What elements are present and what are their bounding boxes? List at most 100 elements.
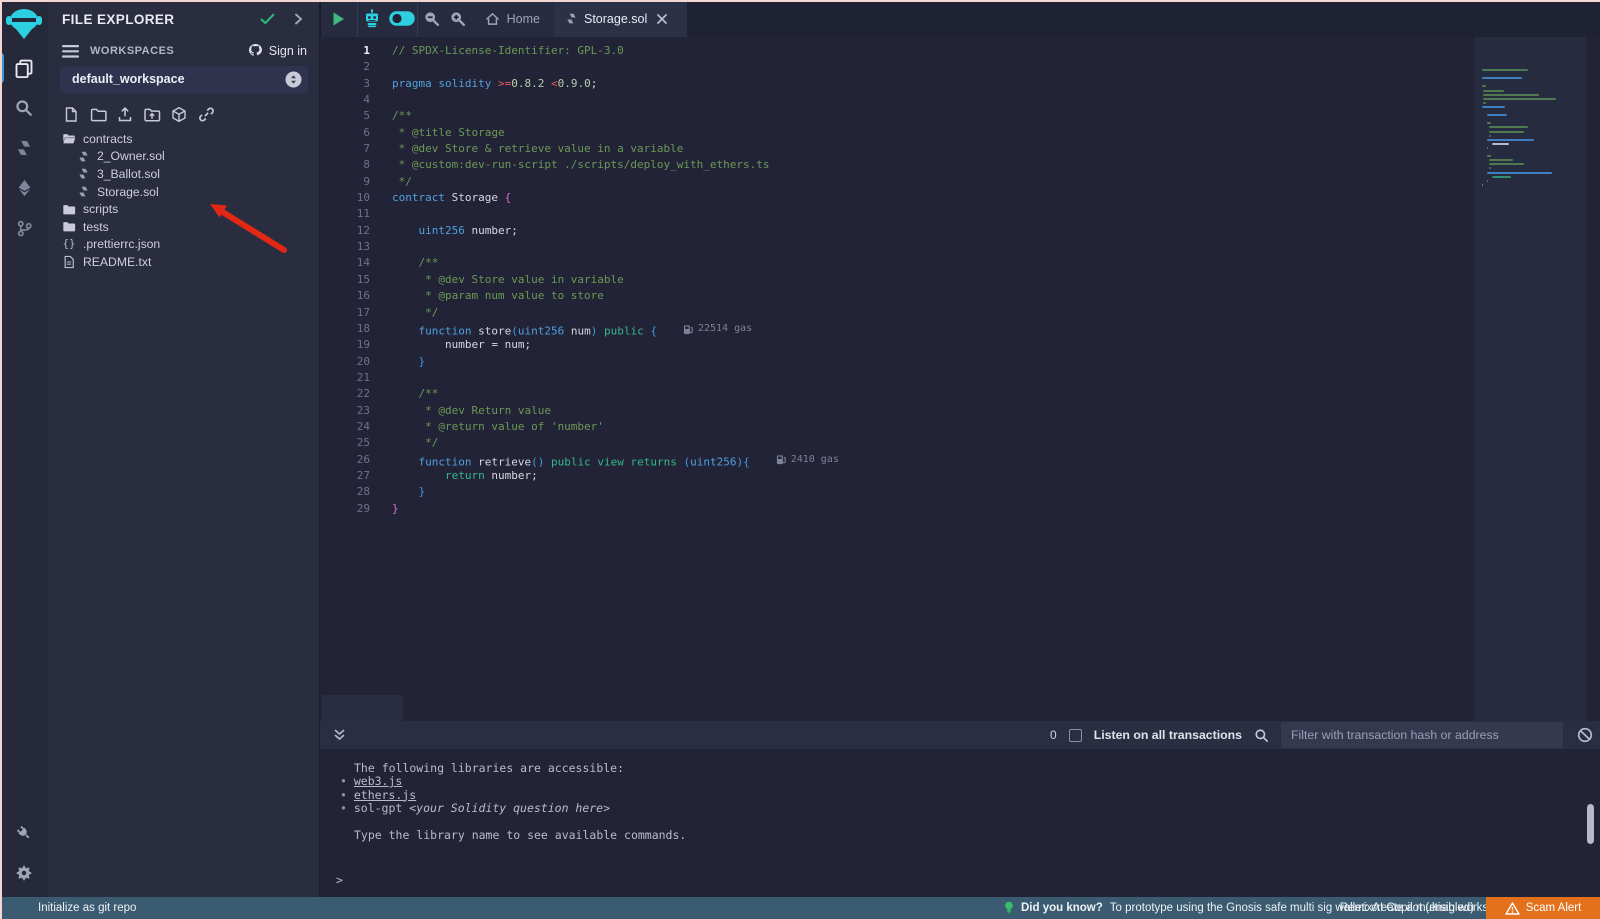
solidity-file-icon <box>76 150 90 163</box>
code-line-19: number = num; <box>392 337 839 353</box>
collapse-terminal-icon[interactable] <box>333 729 346 742</box>
sidebar-item-git[interactable] <box>0 208 48 248</box>
code-line-23: * @dev Return value <box>392 403 839 419</box>
code-line-10: contract Storage { <box>392 190 839 206</box>
terminal-link[interactable]: web3.js <box>354 774 402 788</box>
tree-item-scripts[interactable]: scripts <box>48 200 319 218</box>
copilot-status: RemixAI Copilot (enabled) <box>1340 902 1474 914</box>
terminal-toolbar: 0 Listen on all transactions <box>320 721 1600 749</box>
tree-item-2-owner-sol[interactable]: 2_Owner.sol <box>48 148 319 166</box>
solidity-file-icon <box>566 12 577 25</box>
editor-corner-decoration <box>322 695 403 721</box>
gas-estimate: 22514 gas <box>683 321 752 337</box>
clear-console-icon[interactable] <box>1577 727 1593 743</box>
cube-icon[interactable] <box>170 105 188 123</box>
tree-item-tests[interactable]: tests <box>48 218 319 236</box>
copilot-toggle[interactable] <box>387 0 417 37</box>
terminal-bullet-3: • sol-gpt <your Solidity question here> <box>340 801 610 815</box>
settings-icon <box>15 864 33 882</box>
solidity-compiler-icon <box>16 139 32 157</box>
code-line-24: * @return value of 'number' <box>392 419 839 435</box>
chevron-right-icon[interactable] <box>294 13 303 25</box>
code-line-18: function store(uint256 num) public {2251… <box>392 321 839 337</box>
tree-item-3-ballot-sol[interactable]: 3_Ballot.sol <box>48 165 319 183</box>
git-init-button[interactable]: Initialize as git repo <box>38 902 136 914</box>
search-icon[interactable] <box>1254 728 1269 743</box>
github-sign-in-button[interactable]: Sign in <box>247 43 307 58</box>
sidebar-item-file-explorer[interactable] <box>0 48 48 88</box>
tree-item-label: 2_Owner.sol <box>97 149 165 163</box>
code-line-8: * @custom:dev-run-script ./scripts/deplo… <box>392 157 839 173</box>
sidebar-item-settings[interactable] <box>0 853 48 893</box>
code-line-3: pragma solidity >=0.8.2 <0.9.0; <box>392 76 839 92</box>
code-line-11 <box>392 206 839 222</box>
terminal-note: Type the library name to see available c… <box>354 828 686 842</box>
upload-folder-icon[interactable] <box>143 105 161 123</box>
sidebar-item-search[interactable] <box>0 88 48 128</box>
editor-tabbar: Home Storage.sol <box>320 0 1600 37</box>
line-number-gutter: 1234567891011121314151617181920212223242… <box>320 43 370 517</box>
code-line-17: */ <box>392 305 839 321</box>
new-file-icon[interactable] <box>62 105 80 123</box>
zoom-in-button[interactable] <box>445 0 471 37</box>
code-line-27: return number; <box>392 468 839 484</box>
tree-item-readme-txt[interactable]: README.txt <box>48 253 319 271</box>
file-explorer-icon <box>14 58 34 78</box>
code-line-1: // SPDX-License-Identifier: GPL-3.0 <box>392 43 839 59</box>
code-editor[interactable]: 1234567891011121314151617181920212223242… <box>320 37 1600 721</box>
transaction-filter-input[interactable] <box>1281 722 1563 748</box>
code-line-25: */ <box>392 435 839 451</box>
code-line-20: } <box>392 354 839 370</box>
close-tab-icon[interactable] <box>656 13 668 25</box>
terminal-prompt: > <box>336 873 343 887</box>
tree-item-storage-sol[interactable]: Storage.sol <box>48 183 319 201</box>
tree-item-contracts[interactable]: contracts <box>48 130 319 148</box>
lightbulb-icon <box>1004 901 1014 915</box>
screenshot-edge-top <box>0 0 1600 2</box>
minimap[interactable] <box>1474 37 1586 721</box>
code-line-16: * @param num value to store <box>392 288 839 304</box>
sidebar-item-deploy-run[interactable] <box>0 168 48 208</box>
sidebar-item-solidity-compiler[interactable] <box>0 128 48 168</box>
file-explorer-header: FILE EXPLORER <box>48 0 319 38</box>
terminal-intro: The following libraries are accessible: <box>354 761 624 775</box>
hamburger-menu-icon[interactable] <box>62 45 79 58</box>
terminal-scrollbar-thumb[interactable] <box>1587 804 1594 844</box>
solidity-file-icon <box>76 185 90 198</box>
code-line-29: } <box>392 501 839 517</box>
upload-file-icon[interactable] <box>116 105 134 123</box>
tree-item-label: README.txt <box>83 255 151 269</box>
code-line-22: /** <box>392 386 839 402</box>
code-line-6: * @title Storage <box>392 125 839 141</box>
sidebar-item-plugin-manager[interactable] <box>0 813 48 853</box>
terminal-link[interactable]: ethers.js <box>354 788 416 802</box>
zoom-out-button[interactable] <box>418 0 445 37</box>
scam-alert-button[interactable]: Scam Alert <box>1486 897 1600 919</box>
remix-logo[interactable] <box>0 0 48 48</box>
terminal-bullet-1: • web3.js <box>340 774 402 788</box>
listen-transactions-checkbox[interactable] <box>1069 729 1082 742</box>
workspace-select[interactable]: default_workspace <box>60 66 308 93</box>
file-toolbar <box>62 105 215 123</box>
code-line-13 <box>392 239 839 255</box>
check-icon <box>260 13 275 25</box>
workspace-dropdown-icon[interactable] <box>285 71 302 88</box>
run-script-button[interactable] <box>321 0 357 37</box>
terminal-output[interactable]: The following libraries are accessible:•… <box>320 749 1600 897</box>
code-line-26: function retrieve() public view returns … <box>392 452 839 468</box>
file-explorer-panel: FILE EXPLORER WORKSPACES Sign in default… <box>48 0 320 897</box>
tree-item--prettierrc-json[interactable]: {}.prettierrc.json <box>48 236 319 254</box>
workspaces-label: WORKSPACES <box>90 45 174 57</box>
tab-storage-sol[interactable]: Storage.sol <box>554 0 687 37</box>
github-icon <box>247 43 264 58</box>
link-icon[interactable] <box>197 105 215 123</box>
tab-home[interactable]: Home <box>471 0 554 37</box>
new-folder-icon[interactable] <box>89 105 107 123</box>
listen-transactions-label: Listen on all transactions <box>1094 728 1242 742</box>
file-icon <box>62 255 76 269</box>
code-line-12: uint256 number; <box>392 223 839 239</box>
status-bar: Initialize as git repo Did you know? To … <box>0 897 1600 919</box>
code-content: // SPDX-License-Identifier: GPL-3.0 pragm… <box>392 43 839 517</box>
remixai-assistant-button[interactable] <box>358 0 387 37</box>
tree-item-label: tests <box>83 220 109 234</box>
